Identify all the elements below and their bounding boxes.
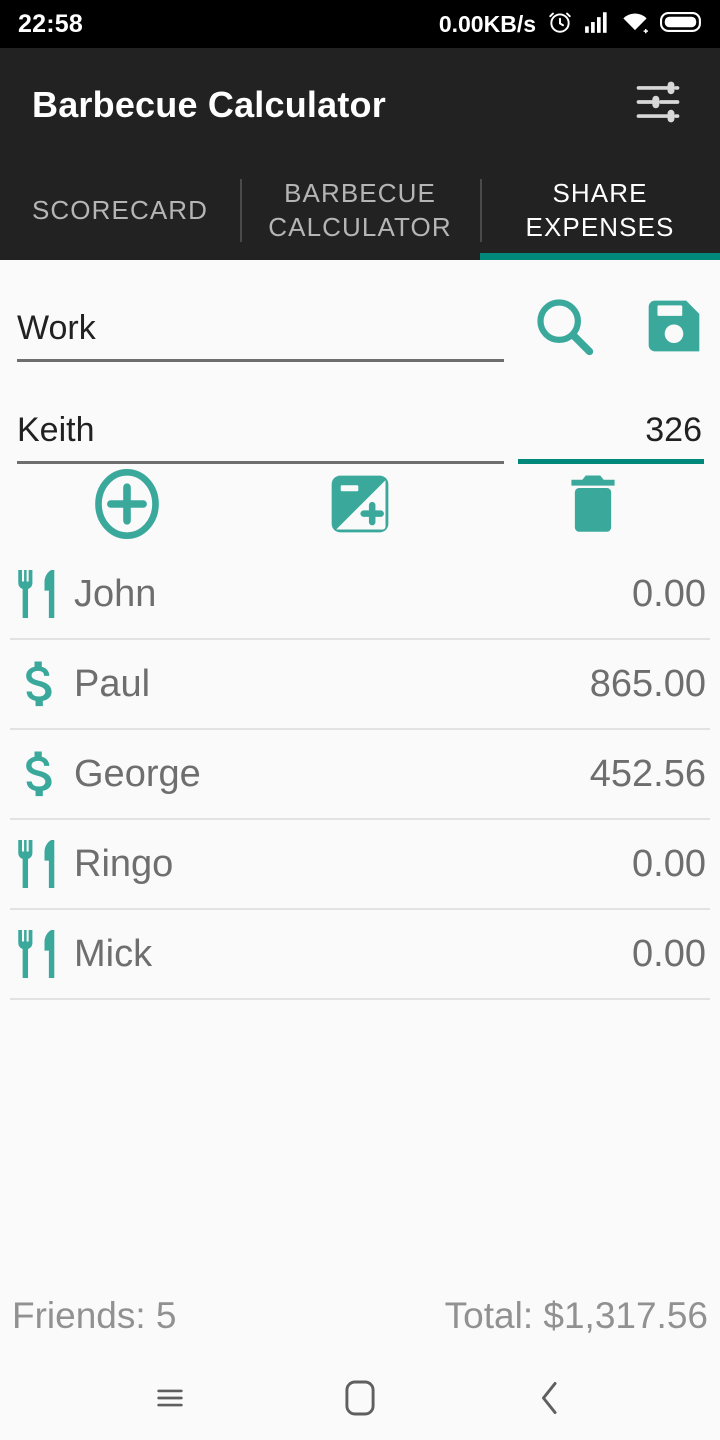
- search-button[interactable]: [528, 292, 600, 364]
- search-icon: [530, 292, 598, 365]
- save-icon: [643, 295, 705, 362]
- wifi-icon: [621, 10, 649, 39]
- total-amount-label: Total: $1,317.56: [444, 1295, 708, 1336]
- tab-label: SHARE EXPENSES: [525, 178, 675, 242]
- action-bar: [0, 460, 720, 550]
- alarm-icon: [547, 9, 573, 40]
- nav-back-button[interactable]: [515, 1365, 585, 1435]
- group-actions: [528, 292, 710, 364]
- restaurant-icon: [12, 836, 68, 892]
- system-nav-bar: [0, 1360, 720, 1440]
- group-input[interactable]: Work: [17, 290, 504, 362]
- battery-icon: [660, 10, 702, 39]
- back-icon: [534, 1379, 566, 1422]
- home-icon: [344, 1379, 376, 1422]
- delete-trash-icon: [561, 468, 625, 545]
- tune-icon: [632, 76, 684, 133]
- person-amount: 865.00: [589, 662, 706, 705]
- name-input[interactable]: Keith: [17, 392, 504, 464]
- group-row: Work: [0, 260, 720, 362]
- nav-menu-button[interactable]: [135, 1365, 205, 1435]
- page-title: Barbecue Calculator: [32, 83, 386, 125]
- summary-bar: Friends: 5 Total: $1,317.56: [0, 1272, 720, 1360]
- settings-tune-button[interactable]: [628, 75, 688, 135]
- amount-input[interactable]: 326: [518, 392, 704, 464]
- group-input-value: Work: [17, 309, 96, 347]
- dollar-icon: [12, 656, 68, 712]
- main-content: Work Keith 326 John 0.00 Paul 865.00 Geo…: [0, 260, 720, 1360]
- delete-button[interactable]: [551, 464, 635, 548]
- restaurant-icon: [12, 566, 68, 622]
- add-person-button[interactable]: [85, 464, 169, 548]
- exposure-icon: [326, 470, 394, 543]
- expense-list: John 0.00 Paul 865.00 George 452.56 Ring…: [0, 550, 720, 1000]
- phone-screen: 22:58 0.00KB/s Barbecue Calculator SCORE…: [0, 0, 720, 1440]
- tab-label: SCORECARD: [31, 194, 209, 225]
- table-row[interactable]: John 0.00: [10, 550, 710, 640]
- person-name: John: [74, 572, 157, 615]
- entry-row: Keith 326: [0, 360, 720, 464]
- person-name: George: [74, 752, 201, 795]
- person-amount: 452.56: [589, 752, 706, 795]
- person-amount: 0.00: [632, 572, 706, 615]
- person-amount: 0.00: [632, 842, 706, 885]
- friends-count-label: Friends: 5: [12, 1295, 177, 1336]
- save-button[interactable]: [638, 292, 710, 364]
- name-input-value: Keith: [17, 411, 95, 449]
- tab-barbecue-calculator[interactable]: BARBECUE CALCULATOR: [240, 161, 480, 260]
- app-bar: Barbecue Calculator: [0, 48, 720, 161]
- person-name: Ringo: [74, 842, 174, 885]
- split-expense-button[interactable]: [318, 464, 402, 548]
- amount-input-value: 326: [645, 411, 702, 449]
- status-bar-time: 22:58: [18, 9, 83, 38]
- tab-share-expenses[interactable]: SHARE EXPENSES: [480, 161, 720, 260]
- table-row[interactable]: George 452.56: [10, 730, 710, 820]
- status-bar-indicators: 0.00KB/s: [439, 9, 702, 40]
- tab-label: BARBECUE CALCULATOR: [268, 178, 452, 242]
- person-name: Mick: [74, 932, 153, 975]
- menu-icon: [153, 1381, 187, 1420]
- tab-scorecard[interactable]: SCORECARD: [0, 161, 240, 260]
- add-circle-outline-icon: [89, 465, 165, 548]
- table-row[interactable]: Mick 0.00: [10, 910, 710, 1000]
- status-bar: 22:58 0.00KB/s: [0, 0, 720, 48]
- table-row[interactable]: Paul 865.00: [10, 640, 710, 730]
- network-speed-label: 0.00KB/s: [438, 10, 536, 37]
- dollar-icon: [12, 746, 68, 802]
- person-amount: 0.00: [632, 932, 706, 975]
- signal-icon: [584, 10, 610, 39]
- tab-bar: SCORECARD BARBECUE CALCULATOR SHARE EXPE…: [0, 161, 720, 260]
- table-row[interactable]: Ringo 0.00: [10, 820, 710, 910]
- person-name: Paul: [74, 662, 151, 705]
- restaurant-icon: [12, 926, 68, 982]
- nav-home-button[interactable]: [325, 1365, 395, 1435]
